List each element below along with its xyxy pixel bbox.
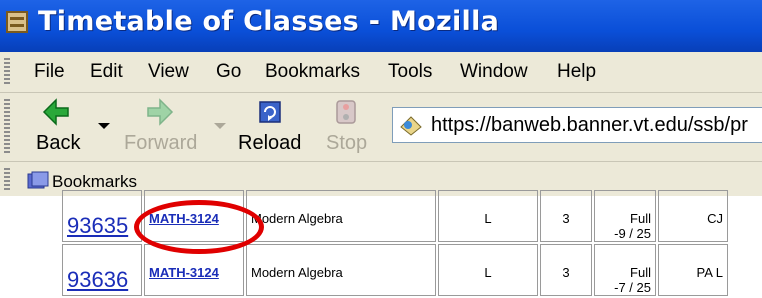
back-button[interactable]: Back [36, 94, 96, 158]
course-title: Modern Algebra [246, 190, 436, 242]
url-bar[interactable]: https://banweb.banner.vt.edu/ssb/pr [392, 107, 762, 143]
url-text[interactable]: https://banweb.banner.vt.edu/ssb/pr [431, 114, 748, 137]
toolbar-grip[interactable] [4, 168, 10, 190]
credit-hours: 3 [540, 244, 592, 296]
menu-tools[interactable]: Tools [388, 61, 432, 83]
schedule-type: L [438, 244, 538, 296]
forward-arrow-icon [147, 98, 174, 126]
menu-view[interactable]: View [148, 61, 189, 83]
crn-link[interactable]: 93635 [62, 190, 142, 242]
reload-button[interactable]: Reload [238, 94, 304, 158]
course-title: Modern Algebra [246, 244, 436, 296]
page-content: 93635 MATH-3124 Modern Algebra L 3 Full … [0, 190, 762, 296]
seat-status: Full -9 / 25 [594, 190, 656, 242]
capacity-status: Full [630, 265, 651, 280]
instructor: PA L [658, 244, 728, 296]
menu-help[interactable]: Help [557, 61, 596, 83]
menu-go[interactable]: Go [216, 61, 241, 83]
page-proxy-icon[interactable] [399, 113, 423, 137]
window-title: Timetable of Classes - Mozilla [38, 6, 500, 37]
menu-window[interactable]: Window [460, 61, 528, 83]
back-arrow-icon [42, 98, 69, 126]
capacity-status: Full [630, 211, 651, 226]
back-dropdown-icon[interactable] [98, 123, 110, 129]
crn-link[interactable]: 93636 [62, 244, 142, 296]
seats-count: -9 / 25 [614, 226, 651, 241]
forward-button[interactable]: Forward [124, 94, 204, 158]
schedule-type: L [438, 190, 538, 242]
forward-dropdown-icon[interactable] [214, 123, 226, 129]
back-label: Back [36, 132, 81, 154]
window-titlebar: Timetable of Classes - Mozilla [0, 0, 762, 52]
app-icon[interactable] [6, 11, 28, 33]
bookmarks-icon [27, 171, 49, 189]
reload-icon [259, 101, 281, 123]
stop-button[interactable]: Stop [326, 94, 372, 158]
subject-link[interactable]: MATH-3124 [149, 265, 219, 280]
stop-icon [336, 100, 356, 124]
highlight-circle-annotation [134, 200, 264, 254]
seat-status: Full -7 / 25 [594, 244, 656, 296]
instructor: CJ [658, 190, 728, 242]
menu-file[interactable]: File [34, 61, 65, 83]
stop-label: Stop [326, 132, 368, 154]
menu-bookmarks[interactable]: Bookmarks [265, 61, 360, 83]
credit-hours: 3 [540, 190, 592, 242]
menu-edit[interactable]: Edit [90, 61, 123, 83]
toolbar-grip[interactable] [4, 99, 10, 155]
toolbar-grip[interactable] [4, 58, 10, 86]
reload-label: Reload [238, 132, 302, 154]
forward-label: Forward [124, 132, 198, 154]
seats-count: -7 / 25 [614, 280, 651, 295]
table-row: 93636 MATH-3124 Modern Algebra L 3 Full … [62, 244, 728, 296]
